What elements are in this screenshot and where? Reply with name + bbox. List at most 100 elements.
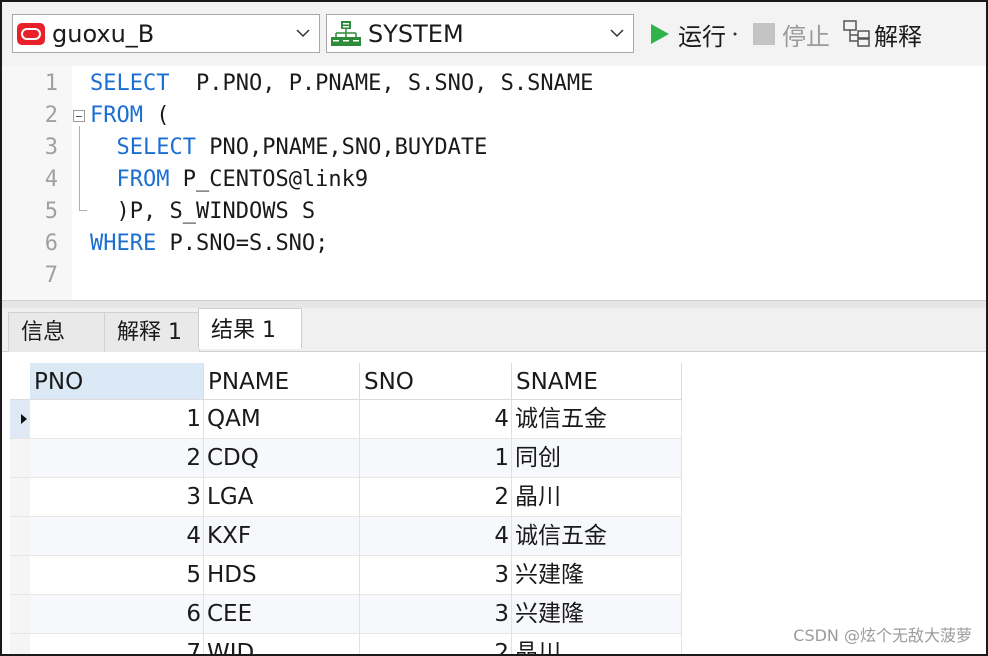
cell-pno[interactable]: 4 xyxy=(30,517,204,556)
row-selector[interactable] xyxy=(10,400,30,439)
code-text: SELECT PNO,PNAME,SNO,BUYDATE xyxy=(90,132,488,164)
row-selector[interactable] xyxy=(10,595,30,634)
result-tabs: 信息 解释 1 结果 1 xyxy=(2,308,986,352)
line-number: 3 xyxy=(44,135,58,160)
column-header-sno[interactable]: SNO xyxy=(360,363,512,400)
column-header-pname[interactable]: PNAME xyxy=(204,363,360,400)
cell-pname[interactable]: LGA xyxy=(204,478,360,517)
row-selector[interactable] xyxy=(10,556,30,595)
cell-pname[interactable]: KXF xyxy=(204,517,360,556)
cell-pno[interactable]: 7 xyxy=(30,634,204,654)
toolbar: guoxu_B SYSTEM 运行 停止 解释 xyxy=(2,2,986,66)
line-number: 5 xyxy=(44,199,58,224)
cell-pname[interactable]: QAM xyxy=(204,400,360,439)
sql-text: P.SNO=S.SNO; xyxy=(156,231,329,256)
explain-label: 解释 xyxy=(874,22,922,51)
run-icon xyxy=(651,24,669,44)
column-header-sname[interactable]: SNAME xyxy=(512,363,682,400)
cell-sno[interactable]: 3 xyxy=(360,556,512,595)
explain-button[interactable]: 解释 xyxy=(842,16,922,52)
code-line[interactable]: 7 xyxy=(2,260,986,292)
line-number: 1 xyxy=(44,71,58,96)
sql-keyword: WHERE xyxy=(90,231,157,256)
cell-sname[interactable]: 晶川 xyxy=(512,478,682,517)
sql-keyword: SELECT xyxy=(90,71,170,96)
column-header-pno[interactable]: PNO xyxy=(30,363,204,400)
run-button[interactable]: 运行 xyxy=(648,16,740,52)
tab-result-1[interactable]: 结果 1 xyxy=(198,308,302,349)
cell-pno[interactable]: 3 xyxy=(30,478,204,517)
watermark: CSDN @炫个无敌大菠萝 xyxy=(793,626,972,645)
line-number: 6 xyxy=(44,231,58,256)
tab-explain-1[interactable]: 解释 1 xyxy=(104,312,200,352)
cell-pname[interactable]: HDS xyxy=(204,556,360,595)
cell-sname[interactable]: 兴建隆 xyxy=(512,595,682,634)
tab-info[interactable]: 信息 xyxy=(8,312,106,352)
schema-select[interactable]: SYSTEM xyxy=(326,14,634,53)
sql-text: )P, S_WINDOWS S xyxy=(116,199,316,224)
row-selector[interactable] xyxy=(10,439,30,478)
sql-editor-window: guoxu_B SYSTEM 运行 停止 解释 1 SELECT P.PNO, … xyxy=(0,0,988,656)
sql-text: P_CENTOS@link9 xyxy=(169,167,369,192)
cell-sno[interactable]: 2 xyxy=(360,478,512,517)
cell-sname[interactable]: 兴建隆 xyxy=(512,556,682,595)
explain-plan-icon xyxy=(843,20,870,47)
row-selector[interactable] xyxy=(10,634,30,654)
code-text: FROM ( xyxy=(90,100,169,132)
sql-editor[interactable]: 1 SELECT P.PNO, P.PNAME, S.SNO, S.SNAME 2 F… xyxy=(2,66,986,300)
schema-icon xyxy=(331,20,361,46)
code-text: FROM P_CENTOS@link9 xyxy=(90,164,369,196)
cell-sname[interactable]: 同创 xyxy=(512,439,682,478)
row-selector[interactable] xyxy=(10,517,30,556)
grid-corner[interactable] xyxy=(10,363,30,400)
result-grid[interactable]: PNO PNAME SNO SNAME 1 QAM 4 诚信五金 2 CDQ 1 同创 3 LGA… xyxy=(2,353,986,654)
code-line[interactable]: 2 FROM ( xyxy=(2,100,986,132)
run-label: 运行 xyxy=(678,22,726,51)
dropdown-arrow-icon xyxy=(733,32,737,36)
connection-select[interactable]: guoxu_B xyxy=(12,14,320,53)
connection-label: guoxu_B xyxy=(52,19,155,48)
sql-text: PNO,PNAME,SNO,BUYDATE xyxy=(195,135,488,160)
code-line[interactable]: 5 )P, S_WINDOWS S xyxy=(2,196,986,228)
code-text: SELECT P.PNO, P.PNAME, S.SNO, S.SNAME xyxy=(90,68,593,100)
current-row-indicator-icon xyxy=(21,414,27,424)
sql-keyword: FROM xyxy=(90,103,143,128)
cell-sno[interactable]: 1 xyxy=(360,439,512,478)
cell-sno[interactable]: 4 xyxy=(360,517,512,556)
code-text: WHERE P.SNO=S.SNO; xyxy=(90,228,328,260)
chevron-down-icon xyxy=(296,29,310,38)
row-selector[interactable] xyxy=(10,478,30,517)
cell-pname[interactable]: CDQ xyxy=(204,439,360,478)
sql-keyword: FROM xyxy=(116,167,170,192)
stop-icon xyxy=(753,23,775,45)
cell-sno[interactable]: 3 xyxy=(360,595,512,634)
sql-text: P.PNO, P.PNAME, S.SNO, S.SNAME xyxy=(169,71,594,96)
stop-label: 停止 xyxy=(782,22,830,51)
cell-pno[interactable]: 5 xyxy=(30,556,204,595)
chevron-down-icon xyxy=(610,29,624,38)
pane-splitter[interactable] xyxy=(2,300,986,308)
code-line[interactable]: 4 FROM P_CENTOS@link9 xyxy=(2,164,986,196)
code-line[interactable]: 3 SELECT PNO,PNAME,SNO,BUYDATE xyxy=(2,132,986,164)
cell-pname[interactable]: WJD xyxy=(204,634,360,654)
sql-text: ( xyxy=(142,103,170,128)
schema-label: SYSTEM xyxy=(368,19,464,48)
code-line[interactable]: 6 WHERE P.SNO=S.SNO; xyxy=(2,228,986,260)
code-line[interactable]: 1 SELECT P.PNO, P.PNAME, S.SNO, S.SNAME xyxy=(2,68,986,100)
cell-sname[interactable]: 晶川 xyxy=(512,634,682,654)
cell-pno[interactable]: 2 xyxy=(30,439,204,478)
fold-toggle-icon[interactable] xyxy=(73,110,85,122)
cell-pno[interactable]: 1 xyxy=(30,400,204,439)
cell-pname[interactable]: CEE xyxy=(204,595,360,634)
stop-button[interactable]: 停止 xyxy=(752,16,830,52)
line-number: 7 xyxy=(44,263,58,288)
cell-sname[interactable]: 诚信五金 xyxy=(512,400,682,439)
cell-sname[interactable]: 诚信五金 xyxy=(512,517,682,556)
line-number: 4 xyxy=(44,167,58,192)
cell-sno[interactable]: 2 xyxy=(360,634,512,654)
cell-pno[interactable]: 6 xyxy=(30,595,204,634)
cell-sno[interactable]: 4 xyxy=(360,400,512,439)
